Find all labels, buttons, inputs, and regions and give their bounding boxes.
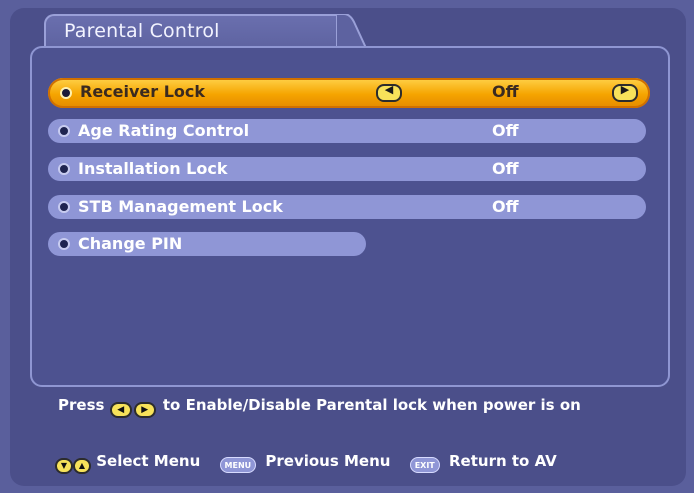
menu-item-label: Age Rating Control — [78, 121, 250, 140]
menu-key-icon: MENU — [219, 457, 257, 473]
menu-item-receiver-lock[interactable]: Receiver Lock ◀ Off ▶ — [48, 78, 650, 108]
menu-item-installation-lock[interactable]: Installation Lock Off — [48, 157, 646, 181]
hint-message: to Enable/Disable Parental lock when pow… — [162, 396, 581, 414]
bullet-icon — [58, 125, 70, 137]
menu-item-age-rating-control[interactable]: Age Rating Control Off — [48, 119, 646, 143]
up-key-icon: ▲ — [73, 458, 91, 474]
exit-key-icon: EXIT — [409, 457, 440, 473]
menu-item-stb-management-lock[interactable]: STB Management Lock Off — [48, 195, 646, 219]
menu-item-label: Receiver Lock — [80, 82, 206, 101]
page-title: Parental Control — [64, 20, 220, 42]
menu-item-value: Off — [492, 197, 519, 216]
bullet-icon — [60, 87, 72, 99]
right-key-icon: ▶ — [133, 402, 156, 418]
bullet-icon — [58, 238, 70, 250]
menu-item-value: Off — [492, 121, 519, 140]
menu-item-value: Off — [492, 159, 519, 178]
hint-text: Press ◀ ▶ to Enable/Disable Parental lock… — [58, 396, 581, 418]
right-arrow-icon[interactable]: ▶ — [612, 83, 638, 102]
menu-item-change-pin[interactable]: Change PIN — [48, 232, 366, 256]
footer-help: ▼ ▲ Select Menu MENU Previous Menu EXIT R… — [55, 452, 557, 474]
menu-item-value: Off — [492, 82, 519, 101]
hint-prefix: Press — [58, 396, 105, 414]
bullet-icon — [58, 201, 70, 213]
previous-menu-label: Previous Menu — [265, 452, 391, 470]
down-key-icon: ▼ — [55, 458, 73, 474]
return-to-av-label: Return to AV — [449, 452, 557, 470]
menu-item-label: STB Management Lock — [78, 197, 283, 216]
left-arrow-icon[interactable]: ◀ — [376, 83, 402, 102]
select-menu-label: Select Menu — [96, 452, 201, 470]
menu-item-label: Installation Lock — [78, 159, 228, 178]
left-key-icon: ◀ — [109, 402, 132, 418]
bullet-icon — [58, 163, 70, 175]
menu-item-label: Change PIN — [78, 234, 183, 253]
